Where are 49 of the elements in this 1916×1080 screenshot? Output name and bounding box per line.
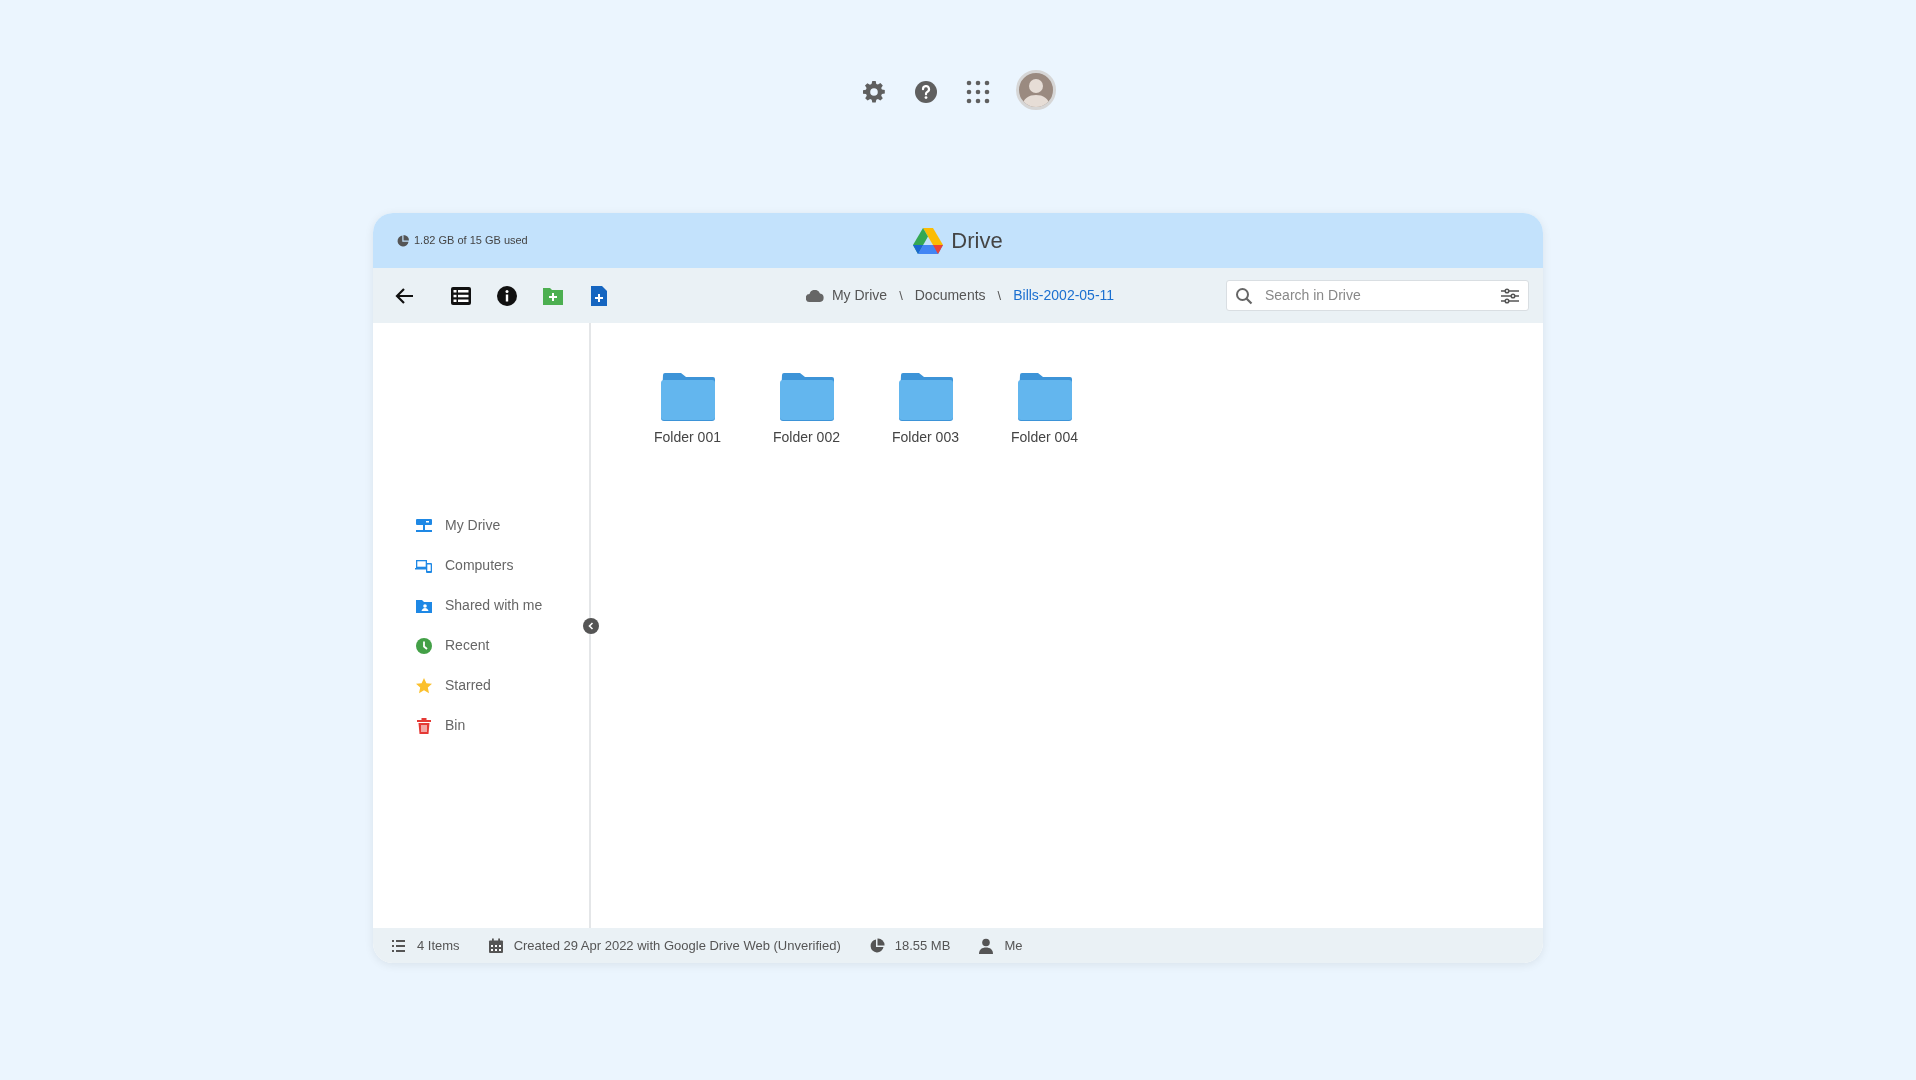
- drive-logo-icon: [913, 227, 944, 254]
- sidebar-item[interactable]: Computers: [415, 545, 589, 586]
- search-icon: [1235, 286, 1253, 305]
- folder-item[interactable]: Folder 003: [877, 373, 974, 448]
- trash-icon: [415, 716, 433, 735]
- status-text: Created 29 Apr 2022 with Google Drive Web (Unverified): [513, 936, 841, 955]
- user-icon: [978, 937, 995, 954]
- settings-button[interactable]: [860, 78, 888, 106]
- cloud-icon: [805, 289, 824, 302]
- avatar[interactable]: [1016, 70, 1056, 110]
- help-button[interactable]: [912, 78, 940, 106]
- folder-item[interactable]: Folder 001: [639, 373, 736, 448]
- window-title: Drive: [951, 227, 1003, 255]
- sidebar-item[interactable]: Recent: [415, 625, 589, 666]
- sidebar-item[interactable]: Bin: [415, 705, 589, 746]
- breadcrumb-link[interactable]: Documents: [914, 285, 986, 306]
- apps-button[interactable]: [964, 78, 992, 106]
- list-icon: [391, 937, 407, 954]
- sidebar-item[interactable]: Shared with me: [415, 585, 589, 626]
- status-text: 4 Items: [417, 936, 460, 955]
- clock-icon: [415, 636, 433, 655]
- sidebar-item[interactable]: Starred: [415, 665, 589, 706]
- settings-icon: [862, 80, 886, 104]
- storage-usage: 1.82 GB of 15 GB used: [414, 233, 528, 249]
- status-text: Me: [1004, 936, 1023, 955]
- calendar-icon: [487, 937, 504, 954]
- breadcrumb-separator: \: [997, 286, 1002, 305]
- breadcrumb-separator: \: [899, 286, 903, 305]
- pie-chart-icon: [397, 234, 409, 247]
- folder-icon: [659, 373, 716, 421]
- folder-icon: [1016, 373, 1073, 421]
- breadcrumb-link[interactable]: Bills-2002-05-11: [1013, 285, 1115, 306]
- folder-icon: [778, 373, 835, 421]
- search-box[interactable]: Search in Drive: [1226, 280, 1529, 311]
- drive-icon: [415, 516, 433, 535]
- sidebar-item[interactable]: My Drive: [415, 505, 589, 546]
- info-icon: [495, 283, 519, 308]
- folder-item[interactable]: Folder 002: [758, 373, 855, 448]
- pie-chart-icon: [868, 937, 885, 954]
- status-text: 18.55 MB: [894, 936, 951, 955]
- help-icon: [914, 80, 938, 104]
- filter-sliders-icon: [1500, 287, 1520, 304]
- folder-item[interactable]: Folder 004: [996, 373, 1093, 448]
- folder-icon: [897, 373, 954, 421]
- star-icon: [415, 676, 433, 695]
- chevron-left-icon: [587, 622, 595, 630]
- grid-icon: [966, 80, 990, 104]
- breadcrumb-link[interactable]: My Drive: [831, 285, 888, 306]
- collapse-button[interactable]: [583, 618, 599, 634]
